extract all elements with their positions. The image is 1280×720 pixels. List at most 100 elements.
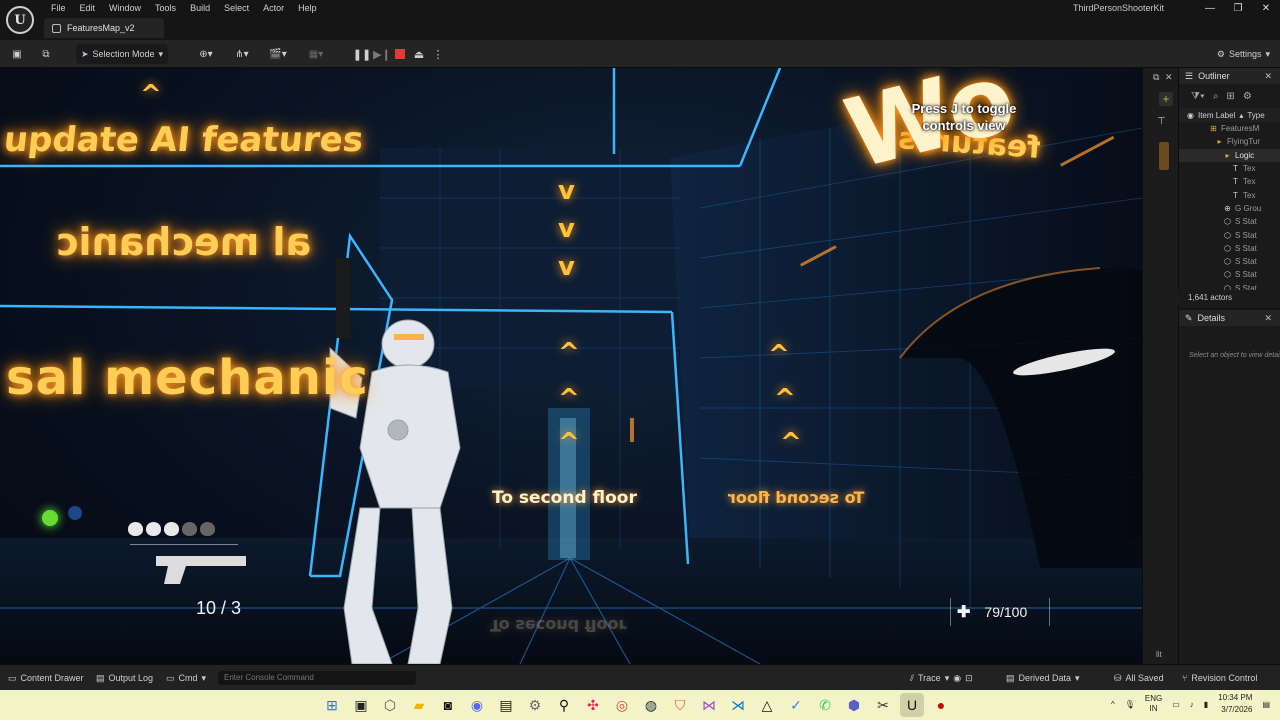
minimize-button[interactable]: — — [1196, 0, 1224, 16]
save-icon[interactable]: ▣ — [10, 44, 24, 64]
outliner-row-icon: ▸ — [1217, 137, 1222, 147]
task-view-icon[interactable]: ▣ — [349, 693, 373, 717]
add-actor-icon[interactable]: ⊕▾ — [192, 44, 220, 64]
camera-icon[interactable]: ⊡ — [965, 673, 973, 684]
outliner-row[interactable]: ⊕ G Grou — [1179, 202, 1280, 215]
unreal-logo-icon[interactable]: U — [6, 6, 34, 34]
clock[interactable]: 10:34 PM 3/7/2026 — [1218, 692, 1252, 716]
more-options-icon[interactable]: ⋮ — [430, 44, 446, 64]
brave-icon[interactable]: ⛉ — [668, 693, 692, 717]
unreal-engine-icon[interactable]: U — [900, 693, 924, 717]
view-options-icon[interactable]: ⧉ — [1153, 72, 1159, 83]
menu-select[interactable]: Select — [217, 2, 256, 14]
epic-games-icon[interactable]: ▤ — [494, 693, 518, 717]
outliner-row[interactable]: ▸ FlyingTur — [1179, 135, 1280, 148]
steam-icon[interactable]: ◍ — [639, 693, 663, 717]
vscode-icon[interactable]: ⋊ — [726, 693, 750, 717]
display-icon[interactable]: ▭ — [1172, 700, 1180, 709]
microphone-icon[interactable]: 🎙 — [1125, 700, 1135, 709]
menu-actor[interactable]: Actor — [256, 2, 291, 14]
level-viewport[interactable]: update AI features al mechanic sal mecha… — [0, 68, 1142, 664]
pause-icon[interactable]: ❚❚ — [353, 44, 371, 64]
close-icon[interactable]: ✕ — [1264, 313, 1272, 324]
maximize-button[interactable]: ❐ — [1224, 0, 1252, 16]
notification-icon[interactable]: ▤ — [1262, 700, 1270, 709]
lit-label[interactable]: lit — [1156, 650, 1162, 659]
eye-icon[interactable]: ◉ — [1187, 111, 1194, 120]
recorder-icon[interactable]: ● — [929, 693, 953, 717]
settings-icon[interactable]: ⚙ — [523, 693, 547, 717]
cmd-dropdown[interactable]: ▭ Cmd ▾ — [166, 665, 206, 691]
close-icon[interactable]: ✕ — [1165, 72, 1173, 83]
blueprint-icon[interactable]: ⋔▾ — [228, 44, 256, 64]
menu-file[interactable]: File — [44, 2, 73, 14]
column-type[interactable]: Type — [1247, 111, 1264, 120]
chevron-up-icon[interactable]: ^ — [1111, 700, 1115, 709]
outliner-title: Outliner — [1198, 71, 1230, 81]
slack-icon[interactable]: ✣ — [581, 693, 605, 717]
outliner-row[interactable]: ⬡ S Stat — [1179, 242, 1280, 255]
outliner-row[interactable]: ▸ Logic — [1179, 148, 1280, 162]
selection-mode-dropdown[interactable]: ➤ Selection Mode ▾ — [76, 44, 168, 64]
menu-edit[interactable]: Edit — [73, 2, 103, 14]
outliner-row[interactable]: T Tex — [1179, 188, 1280, 201]
outliner-row[interactable]: T Tex — [1179, 162, 1280, 175]
visual-studio-icon[interactable]: ⋈ — [697, 693, 721, 717]
platforms-icon[interactable]: ▦▾ — [304, 44, 328, 64]
derived-data-dropdown[interactable]: ▤ Derived Data ▾ — [1006, 665, 1080, 691]
settings-icon[interactable]: ⚙ — [1243, 91, 1252, 102]
outliner-row-label: S Stat — [1235, 243, 1257, 253]
outliner-row[interactable]: ⬡ S Stat — [1179, 228, 1280, 241]
close-window-button[interactable]: ✕ — [1252, 0, 1280, 16]
outliner-row[interactable]: ⬡ S Stat — [1179, 255, 1280, 268]
skip-frame-icon[interactable]: ▶❙ — [373, 44, 391, 64]
search-icon[interactable]: ⌕ — [1213, 91, 1219, 102]
app-icon[interactable]: ⬡ — [378, 693, 402, 717]
snipping-tool-icon[interactable]: ✂ — [871, 693, 895, 717]
revision-control-button[interactable]: ⑂ Revision Control — [1182, 665, 1257, 691]
battery-icon[interactable]: ▮ — [1204, 700, 1208, 709]
level-tab[interactable]: FeaturesMap_v2 — [44, 18, 164, 38]
content-drawer-button[interactable]: ▭ Content Drawer — [8, 665, 84, 691]
console-command-input[interactable] — [218, 671, 416, 685]
column-item-label[interactable]: Item Label — [1198, 111, 1235, 120]
chevron-up-marker: ^ — [558, 384, 580, 414]
add-folder-icon[interactable]: ⊞ — [1226, 91, 1234, 102]
filter-icon[interactable]: ⊤ — [1157, 116, 1166, 127]
menu-window[interactable]: Window — [102, 2, 148, 14]
settings-button[interactable]: ⚙ Settings ▾ — [1217, 44, 1270, 64]
trace-dropdown[interactable]: ⫽ Trace ▾ ◉ ⊡ — [910, 665, 973, 691]
game-controller-icon[interactable]: ◙ — [436, 693, 460, 717]
menu-build[interactable]: Build — [183, 2, 217, 14]
menu-tools[interactable]: Tools — [148, 2, 183, 14]
discord-icon[interactable]: ◉ — [465, 693, 489, 717]
search-app-icon[interactable]: ⚲ — [552, 693, 576, 717]
outliner-row[interactable]: ⬡ S Stat — [1179, 215, 1280, 228]
file-explorer-icon[interactable]: ▰ — [407, 693, 431, 717]
language-indicator[interactable]: ENG IN — [1145, 694, 1162, 714]
outliner-row[interactable]: ⊞ FeaturesM — [1179, 122, 1280, 135]
cinematics-icon[interactable]: 🎬▾ — [264, 44, 292, 64]
eject-icon[interactable]: ⏏ — [411, 44, 427, 64]
whatsapp-icon[interactable]: ✆ — [813, 693, 837, 717]
outliner-row[interactable]: ⬡ S Stat — [1179, 268, 1280, 281]
save-status[interactable]: ⛁ All Saved — [1114, 665, 1164, 691]
add-icon[interactable]: + — [1159, 92, 1173, 106]
output-log-button[interactable]: ▤ Output Log — [96, 665, 153, 691]
teams-icon[interactable]: ⬢ — [842, 693, 866, 717]
stop-icon[interactable] — [395, 49, 405, 59]
grenade-pip — [182, 522, 197, 536]
filter-icon[interactable]: ⧩▾ — [1191, 91, 1205, 102]
menu-help[interactable]: Help — [291, 2, 324, 14]
close-icon[interactable]: ✕ — [1264, 71, 1272, 82]
outliner-row[interactable]: T Tex — [1179, 175, 1280, 188]
git-icon[interactable]: ✓ — [784, 693, 808, 717]
chrome-icon[interactable]: ◎ — [610, 693, 634, 717]
menu-bar: File Edit Window Tools Build Select Acto… — [44, 2, 324, 14]
unity-icon[interactable]: △ — [755, 693, 779, 717]
scroll-handle[interactable] — [1159, 142, 1169, 170]
start-icon[interactable]: ⊞ — [320, 693, 344, 717]
record-icon[interactable]: ◉ — [953, 673, 961, 684]
speaker-icon[interactable]: ♪ — [1190, 700, 1194, 709]
content-browser-icon[interactable]: ⧉ — [38, 44, 54, 64]
